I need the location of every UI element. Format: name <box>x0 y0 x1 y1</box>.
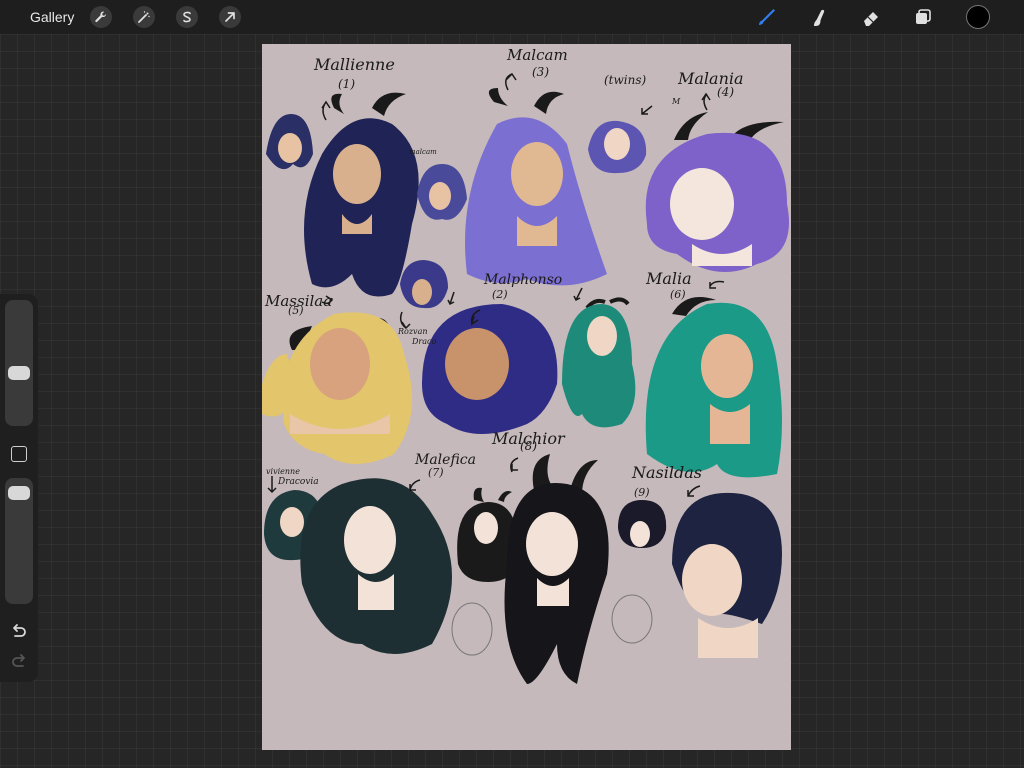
label-malefica: Malefica <box>414 452 476 468</box>
color-picker-button[interactable] <box>966 5 990 29</box>
label-rozvan: Rozvan <box>397 327 428 336</box>
redo-icon[interactable] <box>9 652 29 672</box>
label-draco: Draco <box>411 337 436 346</box>
label-malania-num: (4) <box>717 85 734 99</box>
label-m: M <box>671 97 681 106</box>
sketch-head-dark <box>618 500 667 548</box>
label-malcam: Malcam <box>506 46 568 64</box>
character-malphonso <box>422 304 558 434</box>
sketch-head-malcam <box>417 164 467 220</box>
transform-arrow-icon[interactable] <box>219 6 241 28</box>
brush-icon[interactable] <box>755 5 779 29</box>
character-malia <box>645 297 782 478</box>
label-massilaa-num: (5) <box>288 304 304 317</box>
label-twins: (twins) <box>604 73 647 87</box>
character-green-sketch <box>562 297 636 428</box>
character-nasildas <box>672 492 782 658</box>
gallery-button[interactable]: Gallery <box>30 9 74 25</box>
sketch-head-lower-left <box>451 602 493 656</box>
layers-icon[interactable] <box>911 5 935 29</box>
eraser-icon[interactable] <box>859 5 883 29</box>
label-malcam-num: (3) <box>532 65 549 79</box>
label-malphonso: Malphonso <box>483 272 562 288</box>
label-mallienne: Mallienne <box>313 55 395 74</box>
brush-size-slider[interactable] <box>5 300 33 426</box>
smudge-icon[interactable] <box>807 5 831 29</box>
undo-icon[interactable] <box>9 622 29 642</box>
top-toolbar: Gallery <box>0 0 1024 34</box>
character-malania <box>645 112 789 272</box>
label-malia: Malia <box>645 269 692 288</box>
magic-wand-icon[interactable] <box>133 6 155 28</box>
drawing-canvas[interactable]: Mallienne (1) Malcam (3) (twins) M malca… <box>262 44 791 750</box>
label-malphonso-num: (2) <box>492 288 508 301</box>
label-nasildas: Nasildas <box>631 463 702 482</box>
left-sidebar <box>0 294 38 682</box>
label-malia-num: (6) <box>670 288 686 301</box>
character-malchior <box>504 454 609 684</box>
modify-button[interactable] <box>11 446 27 462</box>
label-nasildas-num: (9) <box>634 486 650 499</box>
label-malcam-small: malcam <box>409 148 437 156</box>
character-malefica <box>300 478 452 654</box>
label-dracovia: Dracovia <box>277 477 319 487</box>
character-massilaa <box>282 312 412 464</box>
artwork: Mallienne (1) Malcam (3) (twins) M malca… <box>262 46 789 684</box>
character-malcam <box>465 88 607 286</box>
brush-size-thumb[interactable] <box>8 366 30 380</box>
wrench-icon[interactable] <box>90 6 112 28</box>
sketch-head-small-left <box>266 114 313 170</box>
label-malefica-num: (7) <box>428 466 444 479</box>
opacity-slider[interactable] <box>5 478 33 604</box>
character-rozvan <box>400 260 448 309</box>
sketch-head-twins <box>588 120 647 174</box>
opacity-thumb[interactable] <box>8 486 30 500</box>
sketch-head-lower-right <box>611 594 653 644</box>
label-vivienne: vivienne <box>266 467 300 476</box>
label-mallienne-num: (1) <box>338 77 355 91</box>
label-malchior-num: (8) <box>520 439 537 453</box>
selection-icon[interactable] <box>176 6 198 28</box>
character-mallienne <box>304 92 419 297</box>
